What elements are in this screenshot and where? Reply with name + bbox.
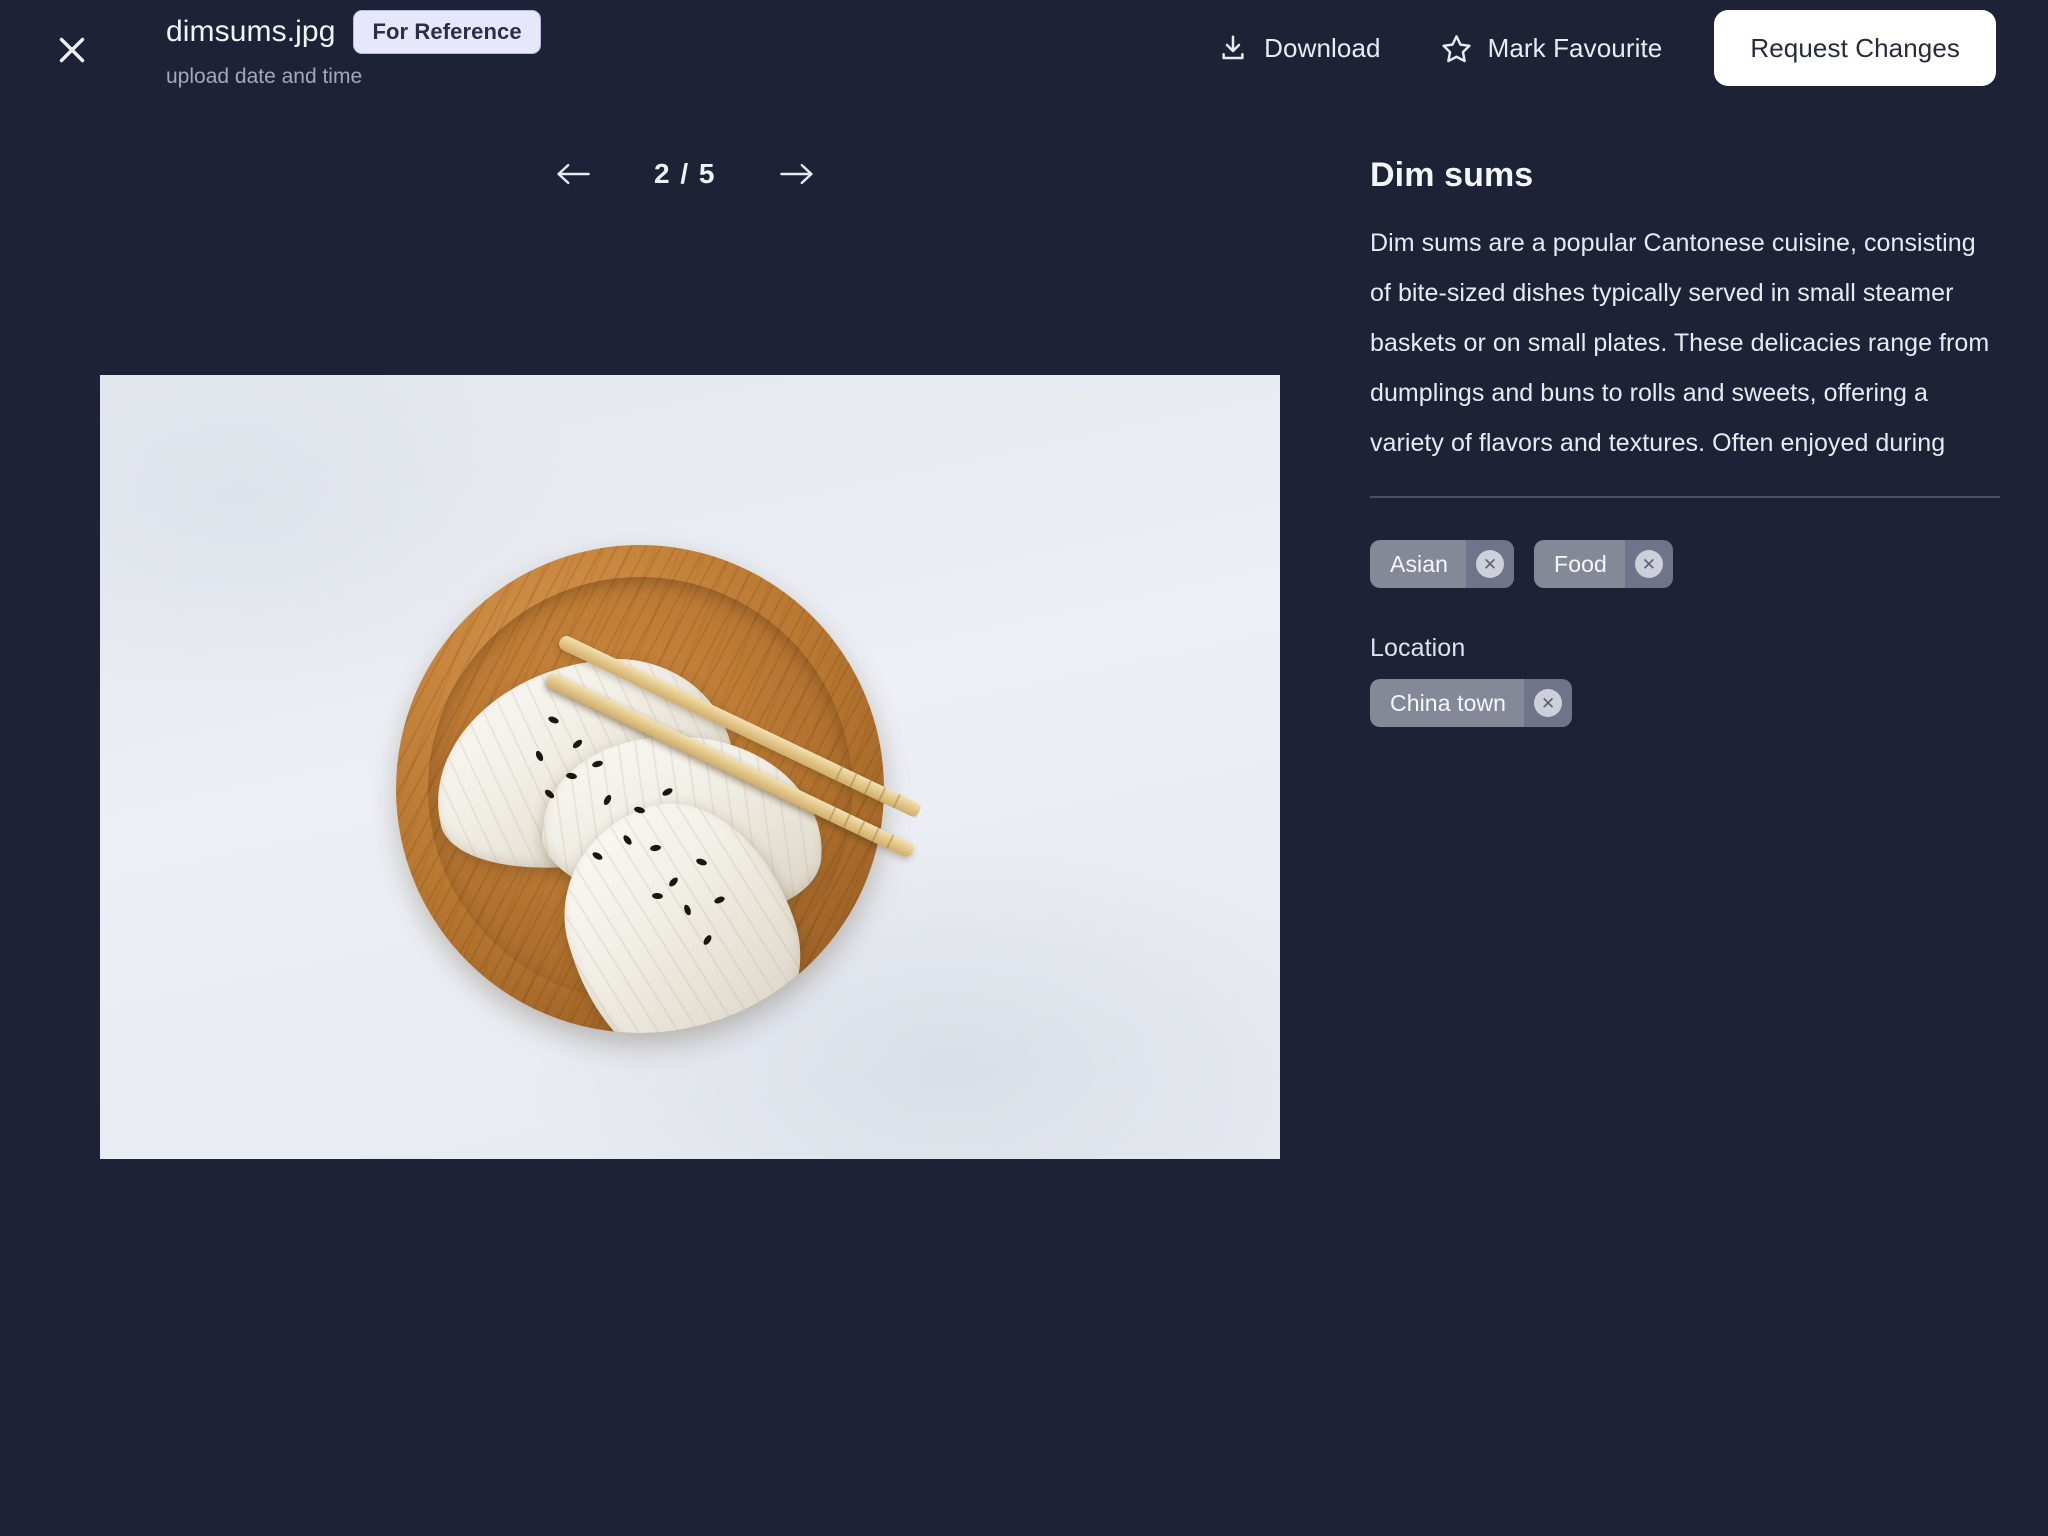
dimsums-photo [100,375,1280,1159]
file-title-row: dimsums.jpg For Reference [166,10,541,54]
mark-favourite-button[interactable]: Mark Favourite [1411,10,1693,86]
close-icon [54,32,90,68]
remove-tag-button[interactable]: ✕ [1624,540,1673,588]
chopstick-rings [828,806,907,855]
page-indicator: 2 / 5 [654,158,716,189]
close-icon: ✕ [1476,550,1505,578]
arrow-right-icon [779,159,815,189]
star-icon [1441,33,1472,64]
file-meta: dimsums.jpg For Reference upload date an… [166,10,541,90]
pagination-controls: 2 / 5 [0,146,1370,202]
close-icon: ✕ [1634,550,1663,578]
tag-label: Food [1534,540,1625,588]
location-label: Location [1370,634,1466,662]
location-chip-label: China town [1370,679,1525,727]
reference-badge: For Reference [353,10,541,54]
header-actions: Download Mark Favourite Request Changes [1188,10,1996,86]
download-button[interactable]: Download [1188,10,1410,86]
location-list: China town ✕ [1370,679,2000,727]
remove-location-button[interactable]: ✕ [1524,679,1573,727]
tag-chip[interactable]: Food ✕ [1534,540,1673,588]
file-name: dimsums.jpg [166,15,336,48]
description-text: Dim sums are a popular Cantonese cuisine… [1370,229,1990,457]
section-divider [1370,496,2000,498]
page-title: Dim sums [1370,156,1534,194]
tag-chip[interactable]: Asian ✕ [1370,540,1515,588]
chopsticks-overhang [100,375,1280,1159]
top-bar: dimsums.jpg For Reference upload date an… [0,0,2048,96]
location-chip[interactable]: China town ✕ [1370,679,1573,727]
next-image-button[interactable] [771,148,823,200]
arrow-left-icon [555,159,591,189]
download-label: Download [1264,32,1381,63]
tag-label: Asian [1370,540,1467,588]
image-viewer: 2 / 5 [0,96,1370,1536]
detail-panel: Dim sums Dim sums are a popular Cantones… [1370,96,2048,1536]
preview-image[interactable] [100,375,1280,1159]
remove-tag-button[interactable]: ✕ [1466,540,1515,588]
upload-timestamp: upload date and time [166,65,363,88]
tag-list: Asian ✕ Food ✕ [1370,540,2000,588]
request-changes-button[interactable]: Request Changes [1714,10,1996,86]
chopstick [557,634,923,819]
chopstick-rings [835,766,914,814]
mark-favourite-label: Mark Favourite [1487,32,1663,63]
chopstick [544,671,916,860]
download-icon [1218,33,1248,63]
close-icon: ✕ [1534,689,1563,717]
close-button[interactable] [48,26,96,74]
previous-image-button[interactable] [547,148,599,200]
